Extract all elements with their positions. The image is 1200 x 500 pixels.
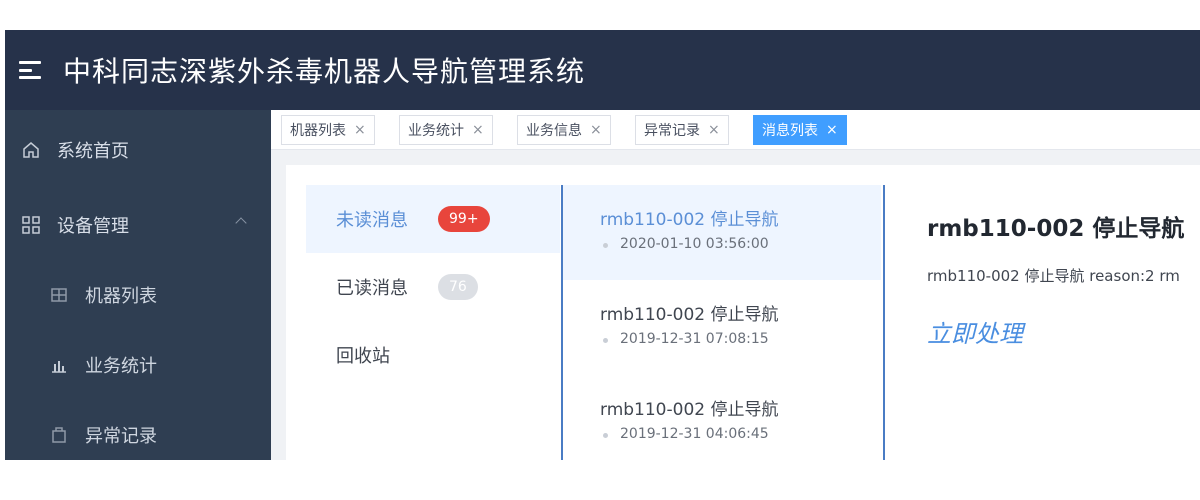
category-read[interactable]: 已读消息 76 [306, 253, 560, 321]
pane-divider [883, 185, 885, 460]
message-time-text: 2019-12-31 04:06:45 [620, 426, 769, 442]
message-time: 2019-12-31 04:06:45 [600, 426, 881, 442]
close-icon[interactable]: × [708, 122, 720, 138]
close-icon[interactable]: × [354, 122, 366, 138]
sidebar-item-label: 机器列表 [85, 286, 157, 307]
alert-record-icon [49, 425, 69, 445]
tab-label: 异常记录 [644, 123, 700, 139]
message-title: rmb110-002 停止导航 [600, 305, 779, 325]
sidebar-item-business-stats[interactable]: 业务统计 [5, 335, 271, 395]
close-icon[interactable]: × [590, 122, 602, 138]
robot-icon [49, 285, 69, 305]
sidebar-item-label: 设备管理 [57, 216, 129, 237]
sidebar-item-device-management[interactable]: 设备管理 [5, 195, 271, 255]
message-list: rmb110-002 停止导航 2020-01-10 03:56:00 rmb1… [563, 185, 881, 460]
message-category-list: 未读消息 99+ 已读消息 76 回收站 [306, 185, 560, 460]
tab-business-stats[interactable]: 业务统计 × [399, 115, 493, 145]
dot-icon [603, 243, 608, 248]
message-time: 2020-01-10 03:56:00 [600, 236, 881, 252]
chevron-up-icon [235, 217, 247, 229]
dot-icon [603, 338, 608, 343]
message-item[interactable]: rmb110-002 停止导航 2020-01-10 03:56:00 [563, 185, 881, 280]
grid-icon [21, 215, 41, 235]
home-icon [21, 140, 41, 160]
message-item[interactable]: rmb110-002 停止导航 2019-12-31 07:08:15 [563, 280, 881, 375]
message-title: rmb110-002 停止导航 [600, 400, 779, 420]
app-title: 中科同志深紫外杀毒机器人导航管理系统 [63, 55, 586, 88]
detail-body: rmb110-002 停止导航 reason:2 rm [927, 267, 1180, 285]
sidebar-item-exception-records[interactable]: 异常记录 [5, 405, 271, 460]
message-title: rmb110-002 停止导航 [600, 210, 779, 230]
sidebar-item-home[interactable]: 系统首页 [5, 120, 271, 180]
tab-label: 消息列表 [762, 123, 818, 139]
dot-icon [603, 433, 608, 438]
handle-now-link[interactable]: 立即处理 [927, 314, 1023, 349]
tab-exception-records[interactable]: 异常记录 × [635, 115, 729, 145]
message-item[interactable]: rmb110-002 停止导航 2019-12-31 04:06:45 [563, 375, 881, 460]
category-unread[interactable]: 未读消息 99+ [306, 185, 560, 253]
category-label: 已读消息 [336, 278, 408, 299]
tab-label: 机器列表 [290, 123, 346, 139]
category-label: 回收站 [336, 346, 390, 367]
tab-label: 业务信息 [526, 123, 582, 139]
tab-robot-list[interactable]: 机器列表 × [281, 115, 375, 145]
unread-count-badge: 99+ [438, 206, 490, 232]
tab-business-info[interactable]: 业务信息 × [517, 115, 611, 145]
message-time: 2019-12-31 07:08:15 [600, 331, 881, 347]
message-detail: rmb110-002 停止导航 rmb110-002 停止导航 reason:2… [927, 185, 1200, 460]
tabs-bar: 机器列表 × 业务统计 × 业务信息 × 异常记录 × 消息列表 × [271, 110, 1200, 150]
close-icon[interactable]: × [472, 122, 484, 138]
message-time-text: 2020-01-10 03:56:00 [620, 236, 769, 252]
category-label: 未读消息 [336, 210, 408, 231]
read-count-badge: 76 [438, 274, 478, 300]
sidebar-item-label: 业务统计 [85, 356, 157, 377]
app-window: 中科同志深紫外杀毒机器人导航管理系统 系统首页 设备管理 机器列表 业务统计 异… [5, 30, 1200, 460]
tab-message-list[interactable]: 消息列表 × [753, 115, 847, 145]
sidebar-item-robot-list[interactable]: 机器列表 [5, 265, 271, 325]
detail-title: rmb110-002 停止导航 [927, 216, 1185, 242]
sidebar: 系统首页 设备管理 机器列表 业务统计 异常记录 [5, 110, 271, 460]
close-icon[interactable]: × [826, 122, 838, 138]
sidebar-item-label: 异常记录 [85, 426, 157, 447]
bar-chart-icon [49, 355, 69, 375]
top-header: 中科同志深紫外杀毒机器人导航管理系统 [5, 30, 1200, 110]
main-content: 未读消息 99+ 已读消息 76 回收站 rmb110-002 停止导航 202… [286, 165, 1200, 460]
category-recycle-bin[interactable]: 回收站 [306, 321, 560, 389]
tab-label: 业务统计 [408, 123, 464, 139]
sidebar-item-label: 系统首页 [57, 141, 129, 162]
message-time-text: 2019-12-31 07:08:15 [620, 331, 769, 347]
menu-toggle-icon[interactable] [19, 61, 41, 79]
